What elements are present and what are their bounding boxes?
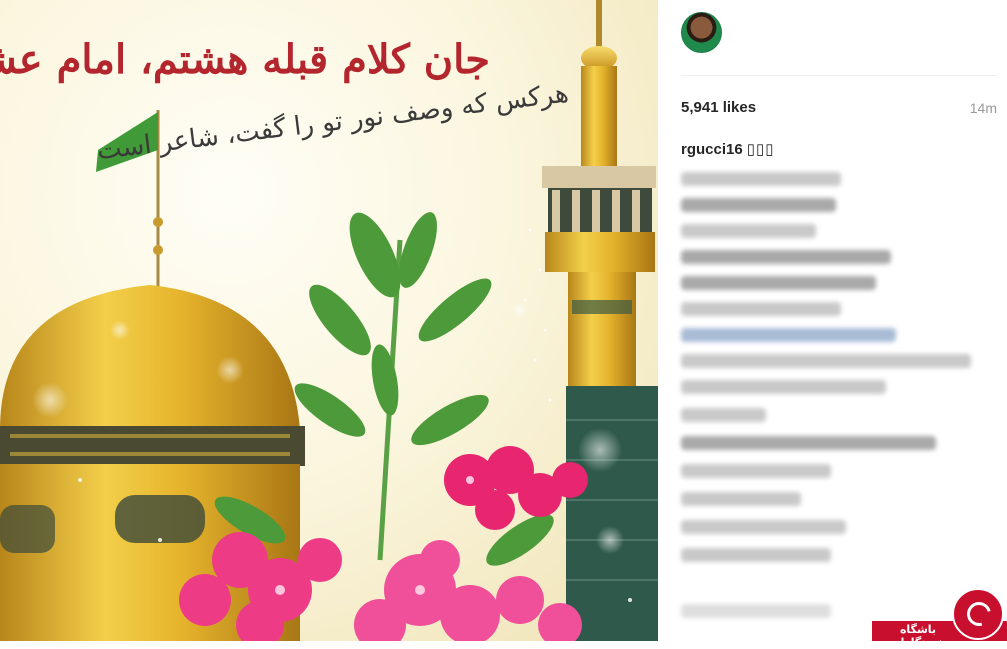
watermark-text: باشگاه خبرنگاران [891,623,945,649]
blurred-comment-line [681,464,831,478]
post-image[interactable]: جان کلام قبله هشتم، امام عشق هرکس که وصف… [0,0,658,641]
blurred-comment-line [681,548,831,562]
caption-text: ▯▯▯ [746,141,775,158]
header-divider [681,75,997,76]
post-details-panel: 5,941 likes 14m rgucci16 ▯▯▯ [658,0,1007,641]
blurred-comment-line [681,250,891,264]
blurred-comment-line [681,328,896,342]
blurred-comment-line [681,224,816,238]
blurred-comment-line [681,354,971,368]
watermark-logo-mark [962,597,996,631]
blurred-comment-line [681,520,846,534]
caption-username[interactable]: rgucci16 [681,141,743,158]
blurred-comment-line [681,302,841,316]
blurred-comment-line [681,380,886,394]
profile-avatar-icon[interactable] [681,12,722,53]
blurred-comment-line [681,604,831,618]
blurred-comment-line [681,198,836,212]
blurred-comment-line [681,276,876,290]
blurred-comment-line [681,172,841,186]
likes-count[interactable]: 5,941 likes [681,99,756,116]
watermark: باشگاه خبرنگاران [872,588,1007,649]
post-timestamp[interactable]: 14m [970,100,997,116]
blurred-comment-line [681,408,766,422]
blurred-comment-line [681,436,936,450]
blurred-comment-line [681,492,801,506]
watermark-logo-icon [952,588,1004,640]
caption: rgucci16 ▯▯▯ [681,140,774,158]
image-title-calligraphy: جان کلام قبله هشتم، امام عشق [0,36,490,83]
